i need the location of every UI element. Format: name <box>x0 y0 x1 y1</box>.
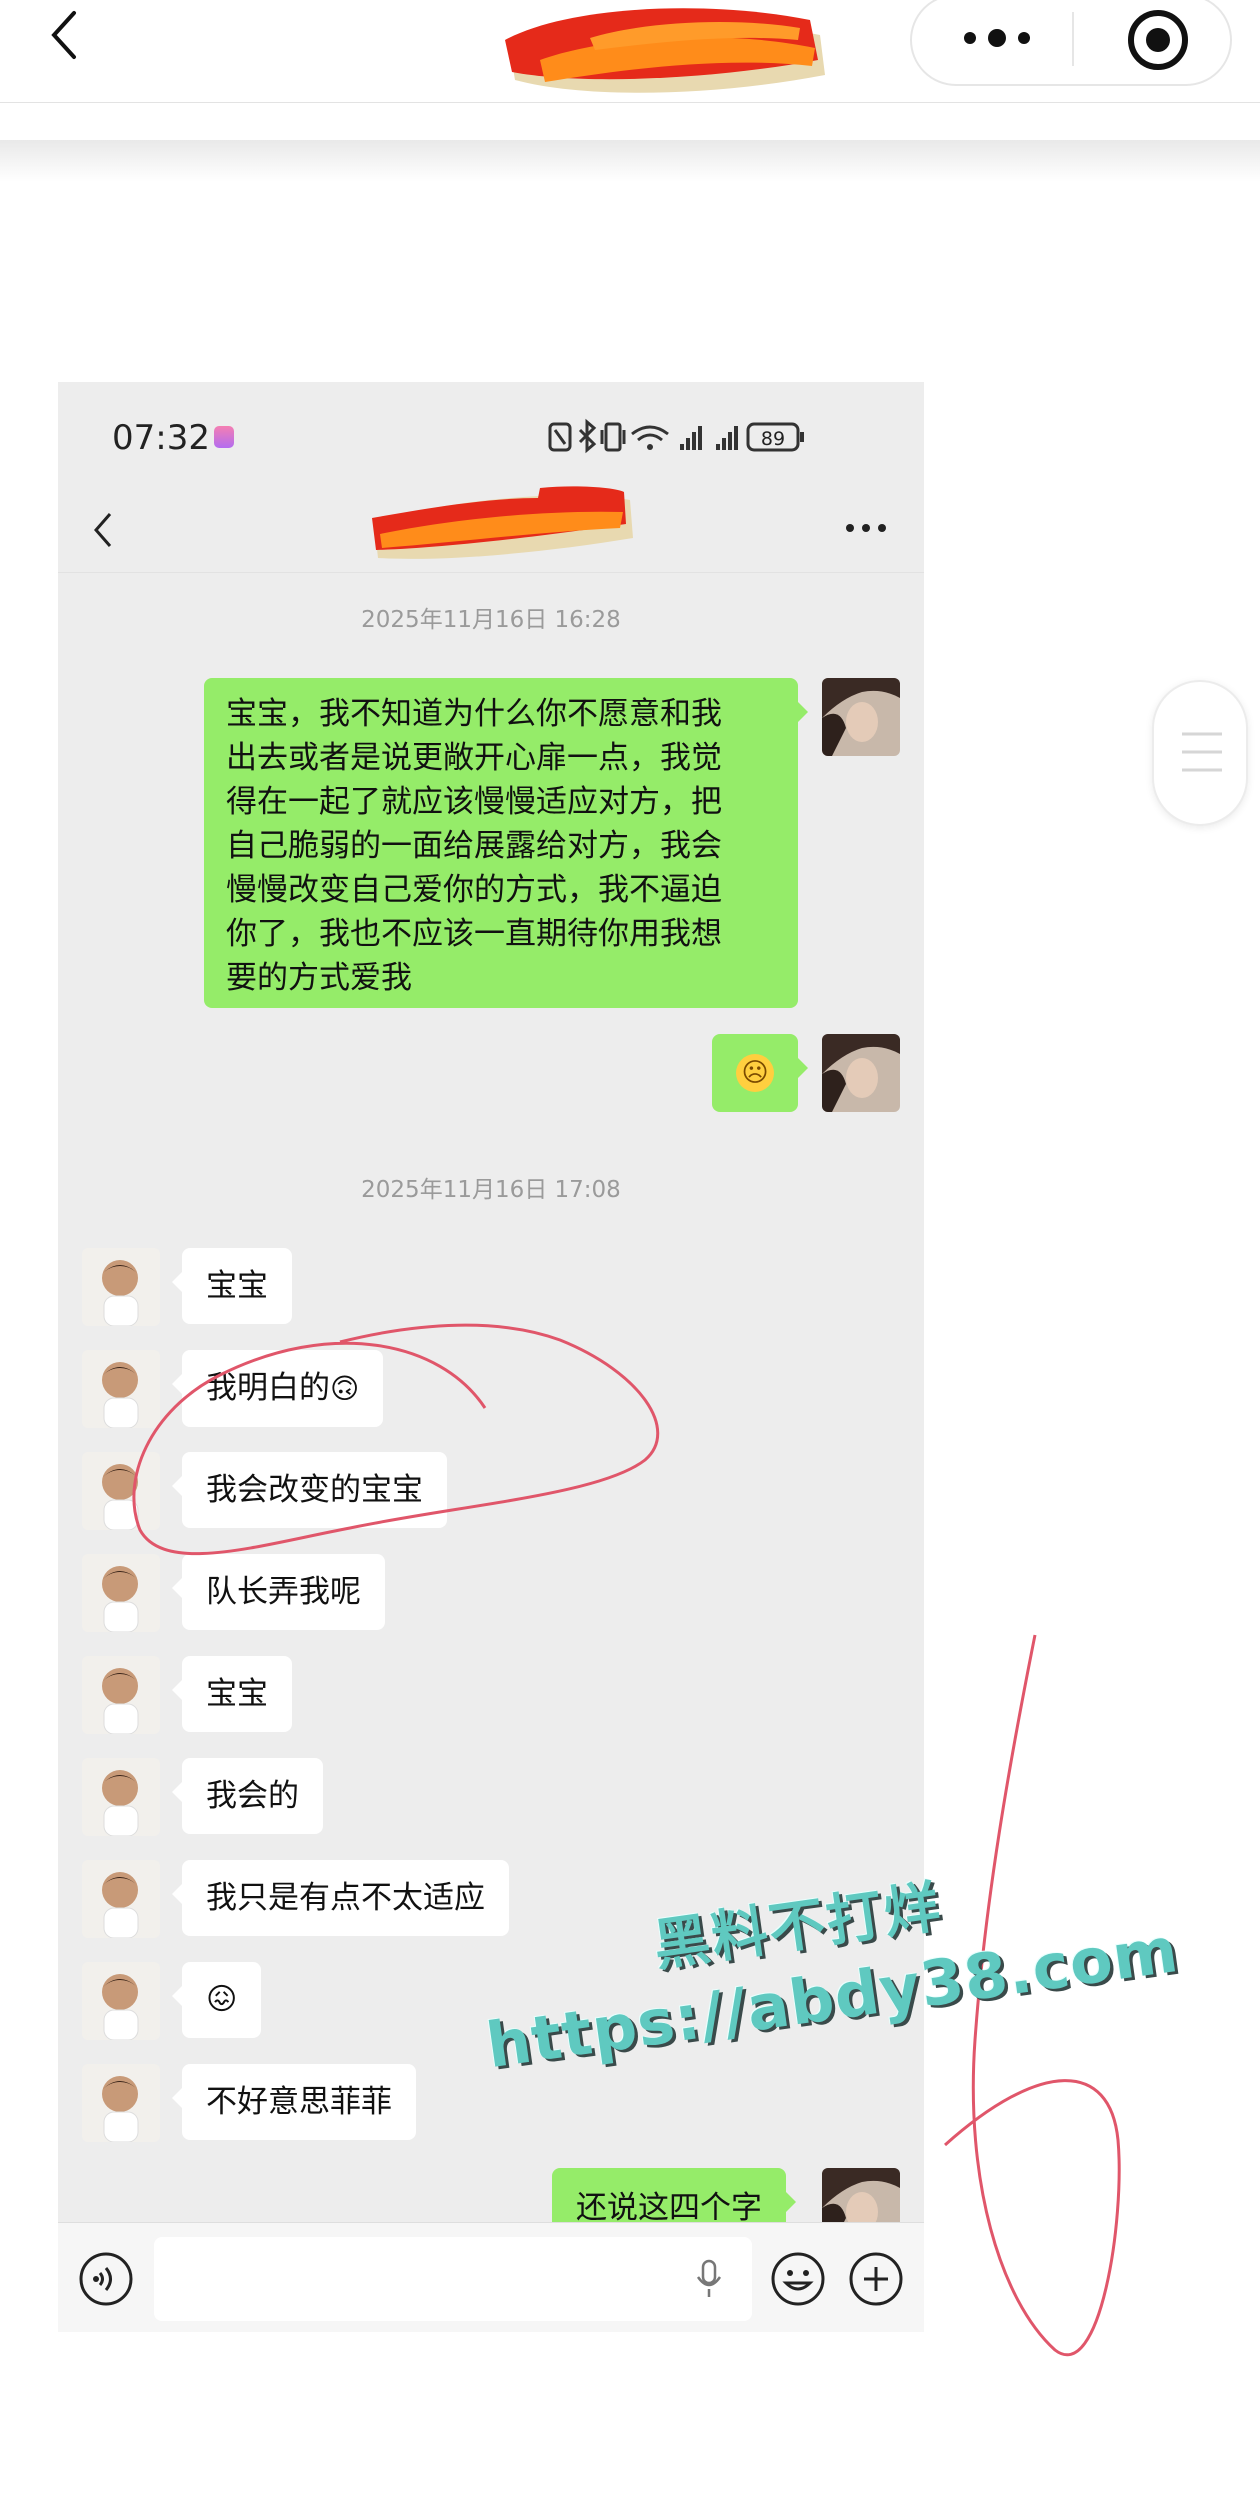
nfc-icon <box>548 422 572 452</box>
contact-avatar[interactable] <box>82 1248 160 1326</box>
wifi-icon <box>631 425 669 450</box>
signal-icon-2 <box>716 426 738 450</box>
back-chevron-icon[interactable] <box>88 508 118 552</box>
more-dots-icon[interactable] <box>844 518 888 538</box>
contact-avatar[interactable] <box>82 2064 160 2142</box>
bluetooth-icon <box>578 418 597 454</box>
mini-program-header <box>0 0 1260 103</box>
vibrate-icon <box>600 422 626 452</box>
message-text: 我明白的 <box>206 1370 330 1406</box>
emoji-icon[interactable] <box>770 2251 826 2307</box>
redacted-contact-name <box>372 486 633 559</box>
received-message-bubble[interactable]: 队长弄我呢 <box>172 1554 385 1630</box>
floating-side-handle[interactable] <box>1152 680 1248 826</box>
contact-avatar[interactable] <box>82 1860 160 1938</box>
voice-toggle-icon[interactable] <box>78 2251 134 2307</box>
sent-emoji-bubble[interactable]: ☹ <box>712 1034 808 1112</box>
message-timestamp: 2025年11月16日 17:08 <box>361 1177 621 1203</box>
status-bar: 07:32 89 <box>58 382 924 482</box>
sad-face-icon: ☹ <box>736 1054 774 1092</box>
back-chevron-icon[interactable] <box>40 5 96 65</box>
received-message-bubble[interactable]: 我会改变的宝宝 <box>172 1452 447 1528</box>
self-avatar[interactable] <box>822 678 900 756</box>
contact-avatar[interactable] <box>82 1656 160 1734</box>
contact-avatar[interactable] <box>82 1554 160 1632</box>
list-lines-icon <box>1182 732 1222 772</box>
mic-icon[interactable] <box>696 2259 722 2299</box>
status-icons: 89 <box>548 418 804 454</box>
header-shadow <box>0 140 1260 182</box>
contact-avatar[interactable] <box>82 1758 160 1836</box>
upside-down-face-icon: 🙃 <box>330 1372 360 1405</box>
plus-icon[interactable] <box>848 2251 904 2307</box>
contact-avatar[interactable] <box>82 1452 160 1530</box>
more-dots-icon[interactable] <box>952 18 1042 58</box>
record-target-icon[interactable] <box>1122 4 1194 76</box>
signal-icon-1 <box>680 426 702 450</box>
contact-avatar[interactable] <box>82 1962 160 2040</box>
battery-level: 89 <box>761 428 785 450</box>
message-input-bar <box>58 2222 924 2332</box>
app-badge-icon <box>214 426 234 448</box>
contact-avatar[interactable] <box>82 1350 160 1428</box>
received-message-bubble[interactable]: 不好意思菲菲 <box>172 2064 416 2140</box>
received-message-bubble[interactable]: 宝宝 <box>172 1656 292 1732</box>
chat-header <box>58 482 924 573</box>
self-avatar[interactable] <box>822 1034 900 1112</box>
message-timestamp: 2025年11月16日 16:28 <box>361 607 621 633</box>
capsule-divider <box>1072 12 1074 66</box>
message-input[interactable] <box>154 2237 752 2321</box>
sent-message-bubble[interactable]: 宝宝，我不知道为什么你不愿意和我 出去或者是说更敞开心扉一点，我觉 得在一起了就… <box>204 678 808 1008</box>
received-message-bubble[interactable]: 我明白的🙃 <box>171 1350 384 1427</box>
status-time: 07:32 <box>112 418 210 458</box>
capsule-menu <box>910 0 1232 86</box>
received-message-bubble[interactable]: 我会的 <box>172 1758 323 1834</box>
received-emoji-bubble[interactable]: 😖 <box>171 1962 262 2038</box>
received-message-bubble[interactable]: 宝宝 <box>172 1248 292 1324</box>
received-message-bubble[interactable]: 我只是有点不太适应 <box>172 1860 509 1936</box>
redacted-title-scribble <box>505 8 825 93</box>
